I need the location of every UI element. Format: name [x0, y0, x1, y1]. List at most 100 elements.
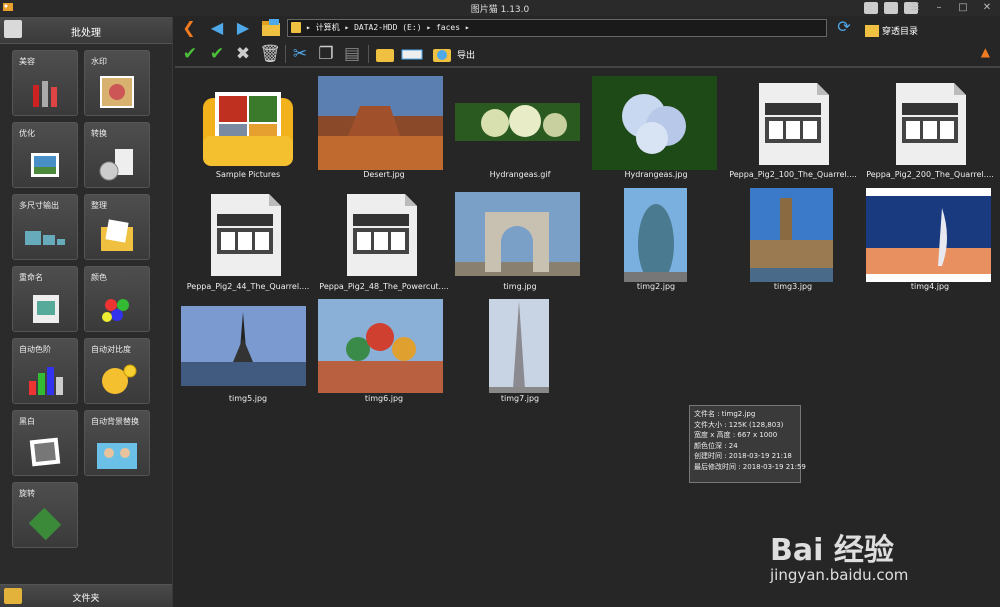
- file-icon[interactable]: [864, 2, 878, 14]
- toolbar-divider: [175, 66, 1000, 68]
- maximize-button[interactable]: □: [952, 0, 974, 16]
- minimize-button[interactable]: –: [928, 0, 950, 16]
- image-thumbnail: [318, 299, 443, 393]
- file-item[interactable]: Peppa_Pig2_200_The_Quarrel....: [863, 74, 997, 184]
- multi-size-icon: [25, 231, 65, 245]
- cut-icon[interactable]: ✂: [289, 43, 311, 65]
- tools-icon[interactable]: ✖: [232, 43, 254, 65]
- file-name: Peppa_Pig2_200_The_Quarrel....: [866, 170, 994, 179]
- file-item[interactable]: timg6.jpg: [317, 298, 451, 408]
- open-folder-icon[interactable]: [261, 19, 281, 37]
- tool-auto-levels[interactable]: 自动色阶: [12, 338, 78, 404]
- copy-icon[interactable]: ❐: [315, 43, 337, 65]
- folder-thumbnail: [203, 92, 293, 166]
- refresh-icon[interactable]: ⟳: [835, 18, 853, 36]
- up-arrow-icon[interactable]: ❮: [179, 19, 199, 37]
- tool-color[interactable]: 颜色: [84, 266, 150, 332]
- through-directory-button[interactable]: 穿透目录: [865, 20, 918, 39]
- file-item[interactable]: Hydrangeas.jpg: [589, 74, 723, 184]
- lipstick-icon: [33, 81, 57, 107]
- export-icon[interactable]: [431, 43, 453, 65]
- paste-icon[interactable]: ▤: [341, 43, 363, 65]
- check-all-icon[interactable]: ✔: [206, 43, 228, 65]
- file-name: Peppa_Pig2_48_The_Powercut....: [319, 282, 449, 291]
- forward-arrow-icon[interactable]: ▶: [233, 19, 253, 37]
- file-item[interactable]: timg.jpg: [453, 186, 587, 296]
- file-name: timg.jpg: [503, 282, 537, 291]
- color-palette-icon: [102, 299, 129, 322]
- file-name: timg3.jpg: [773, 282, 813, 291]
- tool-rename[interactable]: 重命名: [12, 266, 78, 332]
- rename-icon: [33, 295, 59, 323]
- folder-icon: [291, 22, 301, 33]
- image-thumbnail: [455, 192, 580, 276]
- toolbar-separator: [368, 45, 369, 63]
- tool-beauty[interactable]: 美容: [12, 50, 78, 116]
- image-thumbnail: [750, 188, 833, 282]
- image-thumbnail: [866, 188, 991, 282]
- file-name: Peppa_Pig2_100_The_Quarrel....: [729, 170, 857, 179]
- file-item[interactable]: Peppa_Pig2_100_The_Quarrel....: [726, 74, 860, 184]
- back-arrow-icon[interactable]: ◀: [207, 19, 227, 37]
- video-file-icon: [211, 194, 281, 276]
- file-item[interactable]: Sample Pictures: [181, 74, 315, 184]
- menu-icon[interactable]: ☰: [904, 0, 926, 16]
- batch-panel-header[interactable]: 批处理: [0, 17, 172, 44]
- check-icon[interactable]: ✔: [179, 43, 201, 65]
- file-name: Peppa_Pig2_44_The_Quarrel....: [186, 282, 310, 291]
- window-controls: ☰ – □ ✕: [904, 0, 998, 16]
- image-thumbnail: [592, 76, 717, 170]
- file-name: timg5.jpg: [228, 394, 268, 403]
- watermark-url: jingyan.baidu.com: [770, 566, 909, 584]
- tool-multi-size[interactable]: 多尺寸输出: [12, 194, 78, 260]
- breadcrumb[interactable]: ▸ 计算机 ▸ DATA2-HDD (E:) ▸ faces ▸: [306, 22, 470, 33]
- gallery-icon[interactable]: [884, 2, 898, 14]
- new-folder-icon[interactable]: [374, 43, 396, 65]
- tool-auto-contrast[interactable]: 自动对比度: [84, 338, 150, 404]
- file-item[interactable]: timg5.jpg: [181, 298, 315, 408]
- file-item[interactable]: timg2.jpg: [589, 186, 723, 296]
- file-item[interactable]: Hydrangeas.gif: [453, 74, 587, 184]
- baidu-watermark: Bai 经验 jingyan.baidu.com: [770, 500, 970, 600]
- file-name: timg2.jpg: [636, 282, 676, 291]
- file-item[interactable]: timg7.jpg: [453, 298, 587, 408]
- trash-icon[interactable]: 🗑: [259, 43, 281, 65]
- tool-convert[interactable]: 转换: [84, 122, 150, 188]
- file-info-tooltip: 文件名 : timg2.jpg 文件大小 : 125K (128,803) 宽度…: [689, 405, 806, 483]
- folder-tree-icon: [865, 24, 879, 37]
- tooltip-bitdepth: 颜色位深 : 24: [694, 441, 738, 450]
- close-button[interactable]: ✕: [976, 0, 998, 16]
- file-item[interactable]: Peppa_Pig2_48_The_Powercut....: [317, 186, 451, 296]
- rename-field-icon[interactable]: [401, 43, 423, 65]
- contrast-bulb-icon: [102, 364, 137, 394]
- tool-watermark[interactable]: 水印: [84, 50, 150, 116]
- folder-panel-header[interactable]: 文件夹: [0, 584, 172, 607]
- collapse-icon[interactable]: ▲: [981, 45, 990, 59]
- tool-auto-background[interactable]: 自动背景替换: [84, 410, 150, 476]
- tool-optimize[interactable]: 优化: [12, 122, 78, 188]
- image-thumbnail: [489, 299, 549, 393]
- image-thumbnail: [624, 188, 687, 282]
- watermark-icon: [100, 76, 134, 108]
- photo-optimize-icon: [31, 153, 59, 177]
- file-name: timg6.jpg: [364, 394, 404, 403]
- convert-icon: [99, 149, 133, 181]
- tooltip-created: 创建时间 : 2018-03-19 21:18: [694, 452, 792, 460]
- export-label[interactable]: 导出: [457, 48, 475, 61]
- sidebar: 批处理 美容 水印 优化 转换 多尺寸输出 整理 重命名 颜色 自动色阶 自动对…: [0, 17, 173, 607]
- file-item[interactable]: Peppa_Pig2_44_The_Quarrel....: [181, 186, 315, 296]
- folder-label: 文件夹: [72, 594, 100, 604]
- window-title: 图片猫 1.13.0: [470, 5, 530, 15]
- file-item[interactable]: timg4.jpg: [863, 186, 997, 296]
- file-item[interactable]: timg3.jpg: [726, 186, 860, 296]
- address-bar[interactable]: ▸ 计算机 ▸ DATA2-HDD (E:) ▸ faces ▸: [287, 19, 827, 37]
- tool-black-white[interactable]: 黑白: [12, 410, 78, 476]
- levels-chart-icon: [29, 367, 63, 395]
- tool-rotate[interactable]: 旋转: [12, 482, 78, 548]
- image-thumbnail: [181, 306, 306, 386]
- tooltip-filename: 文件名 : timg2.jpg: [694, 410, 756, 418]
- tool-organize[interactable]: 整理: [84, 194, 150, 260]
- file-item[interactable]: Desert.jpg: [317, 74, 451, 184]
- toolbar-separator: [285, 45, 286, 63]
- video-file-icon: [347, 194, 417, 276]
